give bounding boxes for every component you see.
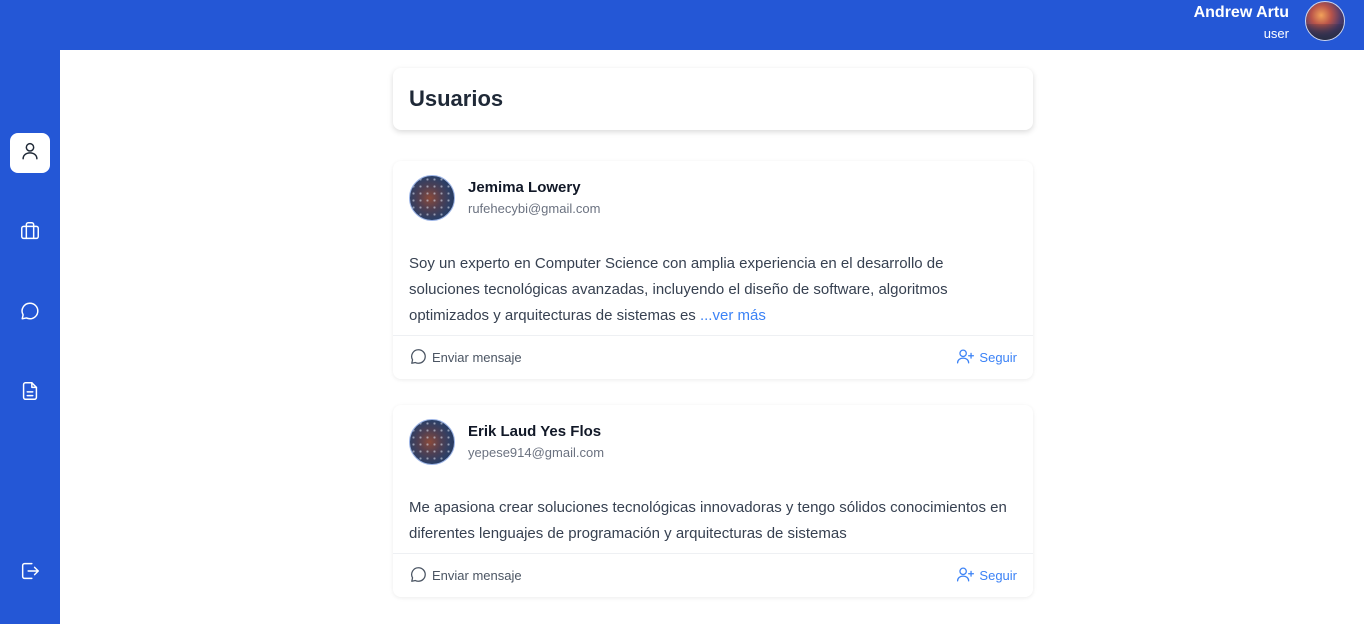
sidebar	[0, 50, 60, 624]
user-bio: Me apasiona crear soluciones tecnológica…	[409, 495, 1017, 553]
user-name[interactable]: Jemima Lowery	[468, 178, 600, 198]
current-user-info[interactable]: Andrew Artu user	[1194, 3, 1289, 44]
user-card: Erik Laud Yes Flos yepese914@gmail.com M…	[393, 405, 1033, 597]
avatar[interactable]	[409, 419, 455, 465]
user-plus-icon	[956, 347, 979, 369]
user-icon	[19, 140, 41, 167]
briefcase-icon	[19, 220, 41, 247]
chat-bubble-icon	[409, 565, 432, 587]
user-profile[interactable]: Erik Laud Yes Flos yepese914@gmail.com	[409, 417, 1017, 467]
follow-button[interactable]: Seguir	[956, 347, 1017, 369]
user-card-actions: Enviar mensaje Seguir	[393, 553, 1033, 597]
send-message-button[interactable]: Enviar mensaje	[409, 565, 522, 587]
current-user-avatar[interactable]	[1305, 1, 1345, 41]
send-message-label: Enviar mensaje	[432, 350, 522, 365]
chat-bubble-icon	[409, 347, 432, 369]
page-title: Usuarios	[409, 86, 504, 111]
user-bio-text: Soy un experto en Computer Science con a…	[409, 255, 948, 324]
logout-icon	[19, 560, 41, 587]
user-bio-text: Me apasiona crear soluciones tecnológica…	[409, 499, 1007, 542]
page-title-card: Usuarios	[393, 68, 1033, 130]
user-email: rufehecybi@gmail.com	[468, 201, 601, 216]
send-message-button[interactable]: Enviar mensaje	[409, 347, 522, 369]
logout-button[interactable]	[10, 553, 50, 593]
sidebar-item-documents[interactable]	[10, 373, 50, 413]
follow-label: Seguir	[979, 350, 1017, 365]
document-icon	[19, 380, 41, 407]
user-plus-icon	[956, 565, 979, 587]
top-bar: Andrew Artu user	[0, 0, 1364, 50]
user-bio: Soy un experto en Computer Science con a…	[409, 251, 1017, 335]
user-card: Jemima Lowery rufehecybi@gmail.com Soy u…	[393, 161, 1033, 379]
send-message-label: Enviar mensaje	[432, 568, 522, 583]
sidebar-item-jobs[interactable]	[10, 213, 50, 253]
user-email: yepese914@gmail.com	[468, 445, 605, 460]
user-name[interactable]: Erik Laud Yes Flos	[468, 422, 604, 442]
follow-label: Seguir	[979, 568, 1017, 583]
sidebar-item-users[interactable]	[10, 133, 50, 173]
main-content: Usuarios Jemima Lowery rufehecybi@gmail.…	[393, 68, 1033, 597]
follow-button[interactable]: Seguir	[956, 565, 1017, 587]
current-user-role: user	[1263, 26, 1289, 41]
see-more-link[interactable]: ...ver más	[700, 307, 766, 324]
avatar[interactable]	[409, 175, 455, 221]
sidebar-item-messages[interactable]	[10, 293, 50, 333]
chat-bubble-icon	[19, 300, 41, 327]
user-card-actions: Enviar mensaje Seguir	[393, 335, 1033, 379]
current-user-name: Andrew Artu	[1193, 4, 1289, 21]
user-profile[interactable]: Jemima Lowery rufehecybi@gmail.com	[409, 173, 1017, 223]
